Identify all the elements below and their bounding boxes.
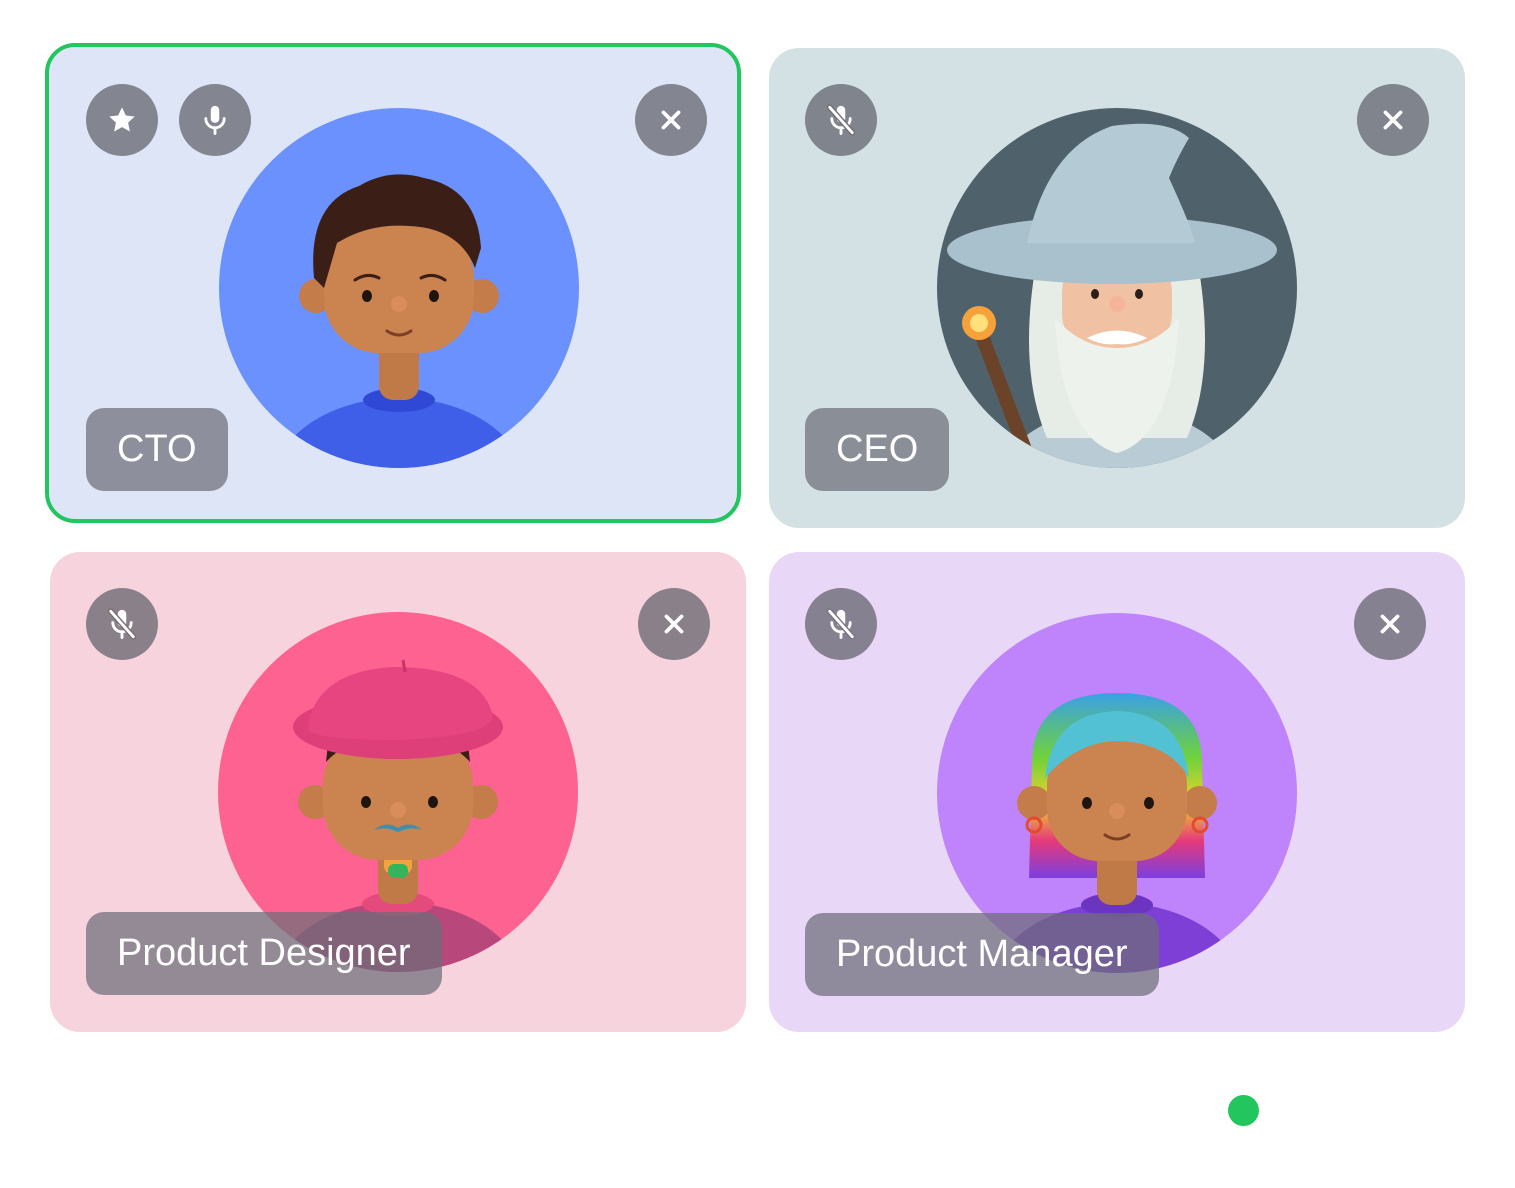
- participant-name-tag: Product Designer: [86, 912, 442, 995]
- close-icon: [661, 110, 681, 130]
- remove-participant-button[interactable]: [1357, 84, 1429, 156]
- star-icon: [109, 107, 135, 132]
- participant-tile-product-manager[interactable]: Product Manager: [769, 552, 1465, 1032]
- mic-button[interactable]: [179, 84, 251, 156]
- mic-muted-indicator[interactable]: [86, 588, 158, 660]
- participant-tile-product-designer[interactable]: Product Designer: [50, 552, 746, 1032]
- participant-tile-cto[interactable]: CTO: [45, 43, 741, 523]
- mic-off-icon: [107, 608, 137, 640]
- mic-off-icon: [826, 104, 856, 136]
- participant-tile-ceo[interactable]: CEO: [769, 48, 1465, 528]
- participant-name-tag: CEO: [805, 408, 950, 491]
- close-icon: [1383, 110, 1403, 130]
- pin-button[interactable]: [86, 84, 158, 156]
- participant-name-tag: Product Manager: [805, 913, 1159, 996]
- close-icon: [664, 614, 684, 634]
- remove-participant-button[interactable]: [1354, 588, 1426, 660]
- pagination-dot-active[interactable]: [1228, 1095, 1259, 1126]
- remove-participant-button[interactable]: [635, 84, 707, 156]
- remove-participant-button[interactable]: [638, 588, 710, 660]
- close-icon: [1380, 614, 1400, 634]
- mic-icon: [204, 105, 226, 135]
- mic-off-icon: [826, 608, 856, 640]
- avatar-ceo: [937, 108, 1297, 468]
- mic-muted-indicator[interactable]: [805, 588, 877, 660]
- participant-name-tag: CTO: [86, 408, 228, 491]
- mic-muted-indicator[interactable]: [805, 84, 877, 156]
- avatar-cto: [219, 108, 579, 468]
